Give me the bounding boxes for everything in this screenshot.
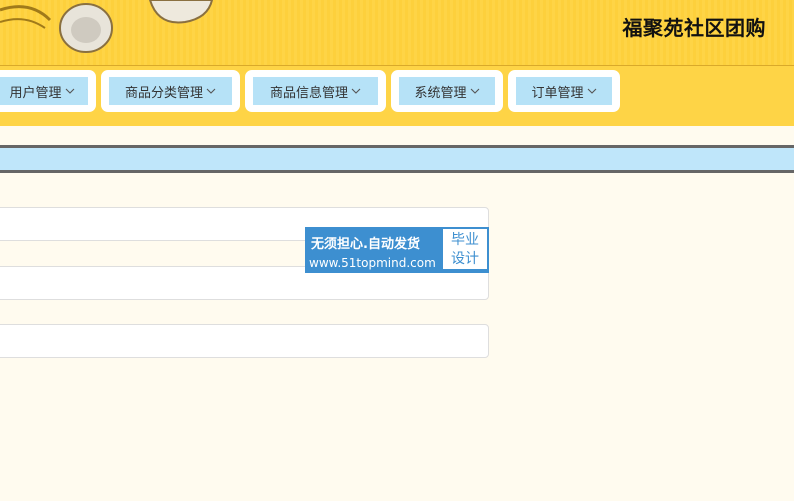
- nav-item-system-management[interactable]: 系统管理: [391, 70, 503, 112]
- divider-bottom: [0, 170, 794, 173]
- nav-item-user-management[interactable]: 用户管理: [0, 70, 96, 112]
- watermark-badge: 无须担心.自动发货 www.51topmind.com 毕业 设计: [305, 227, 489, 273]
- watermark-tag-line2: 设计: [451, 251, 479, 267]
- nav-item-category-management[interactable]: 商品分类管理: [101, 70, 240, 112]
- nav-item-order-management[interactable]: 订单管理: [508, 70, 620, 112]
- main-nav: 用户管理 商品分类管理 商品信息管理 系统管理 订单管理: [0, 66, 794, 126]
- chevron-down-icon: [65, 88, 74, 94]
- nav-item-label: 系统管理: [414, 85, 467, 101]
- chevron-down-icon: [351, 88, 361, 94]
- chevron-down-icon: [206, 88, 216, 94]
- watermark-slogan: 无须担心.自动发货: [311, 237, 420, 252]
- site-title: 福聚苑社区团购: [622, 16, 766, 40]
- nav-item-product-management[interactable]: 商品信息管理: [245, 70, 386, 112]
- nav-item-label: 商品分类管理: [124, 85, 203, 101]
- nav-item-label: 订单管理: [531, 85, 584, 101]
- chevron-down-icon: [587, 88, 596, 94]
- watermark-tag-line1: 毕业: [451, 232, 479, 248]
- watermark-url: www.51topmind.com: [309, 256, 436, 270]
- nav-item-label: 用户管理: [9, 85, 62, 101]
- breadcrumb-bar: [0, 148, 794, 170]
- header: 福聚苑社区团购: [0, 0, 794, 66]
- form-field-3[interactable]: [0, 324, 489, 358]
- watermark-tag: 毕业 设计: [443, 229, 487, 269]
- earphones-icon: [0, 0, 214, 53]
- chevron-down-icon: [470, 88, 479, 94]
- nav-item-label: 商品信息管理: [269, 85, 348, 101]
